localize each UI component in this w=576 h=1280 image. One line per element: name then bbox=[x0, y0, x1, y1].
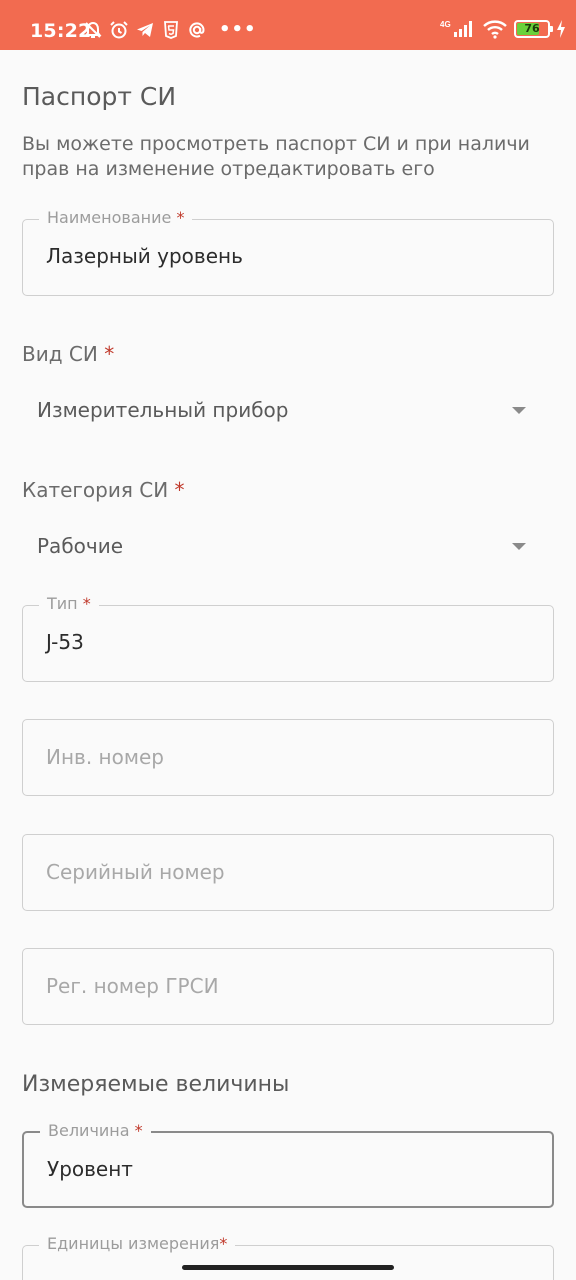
units-field-label: Единицы измерения* bbox=[39, 1234, 236, 1254]
vid-si-value: Измерительный прибор bbox=[37, 398, 289, 422]
svg-text:4G: 4G bbox=[440, 20, 451, 29]
name-field-value[interactable]: Лазерный уровень bbox=[46, 244, 243, 268]
category-si-select[interactable]: Рабочие bbox=[22, 522, 554, 572]
signal-icon: 4G bbox=[440, 20, 472, 37]
vid-si-select[interactable]: Измерительный прибор bbox=[22, 386, 554, 436]
bell-muted-icon bbox=[84, 21, 102, 38]
name-field-label: Наименование * bbox=[39, 208, 193, 228]
status-bar: 15:22 ••• 4G 76 bbox=[0, 0, 576, 50]
vid-si-label: Вид СИ * bbox=[22, 342, 115, 366]
units-field[interactable]: Единицы измерения* bbox=[22, 1234, 554, 1280]
serial-number-placeholder: Серийный номер bbox=[46, 860, 225, 884]
alarm-icon bbox=[110, 21, 128, 39]
more-notifications-icon: ••• bbox=[219, 19, 257, 40]
quantity-field-value[interactable]: Уровент bbox=[47, 1157, 133, 1181]
charging-icon bbox=[557, 20, 565, 38]
measured-section-title: Измеряемые величины bbox=[22, 1072, 290, 1097]
wifi-icon bbox=[483, 20, 507, 39]
serial-number-field[interactable]: Серийный номер bbox=[22, 834, 554, 911]
reg-number-field[interactable]: Рег. номер ГРСИ bbox=[22, 948, 554, 1025]
page-title: Паспорт СИ bbox=[22, 82, 177, 111]
quantity-field-label: Величина * bbox=[40, 1121, 151, 1141]
reg-number-placeholder: Рег. номер ГРСИ bbox=[46, 974, 219, 998]
type-field-label: Тип * bbox=[39, 594, 99, 614]
system-icons: 4G 76 bbox=[440, 19, 566, 39]
dropdown-arrow-icon bbox=[512, 407, 526, 414]
html5-icon bbox=[164, 21, 178, 39]
quantity-field[interactable]: Величина * Уровент bbox=[22, 1121, 554, 1208]
type-field[interactable]: Тип * J-53 bbox=[22, 594, 554, 682]
name-field[interactable]: Наименование * Лазерный уровень bbox=[22, 208, 554, 296]
category-si-value: Рабочие bbox=[37, 534, 124, 558]
category-si-label: Категория СИ * bbox=[22, 478, 185, 502]
telegram-icon bbox=[137, 23, 153, 37]
notification-icons: ••• bbox=[83, 20, 257, 40]
type-field-value[interactable]: J-53 bbox=[46, 630, 84, 654]
page-description: Вы можете просмотреть паспорт СИ и при н… bbox=[22, 133, 530, 180]
inv-number-field[interactable]: Инв. номер bbox=[22, 719, 554, 796]
at-sign-icon bbox=[189, 22, 205, 38]
inv-number-placeholder: Инв. номер bbox=[46, 745, 164, 769]
home-indicator[interactable] bbox=[182, 1265, 394, 1270]
dropdown-arrow-icon bbox=[512, 543, 526, 550]
battery-icon: 76 bbox=[514, 20, 553, 38]
